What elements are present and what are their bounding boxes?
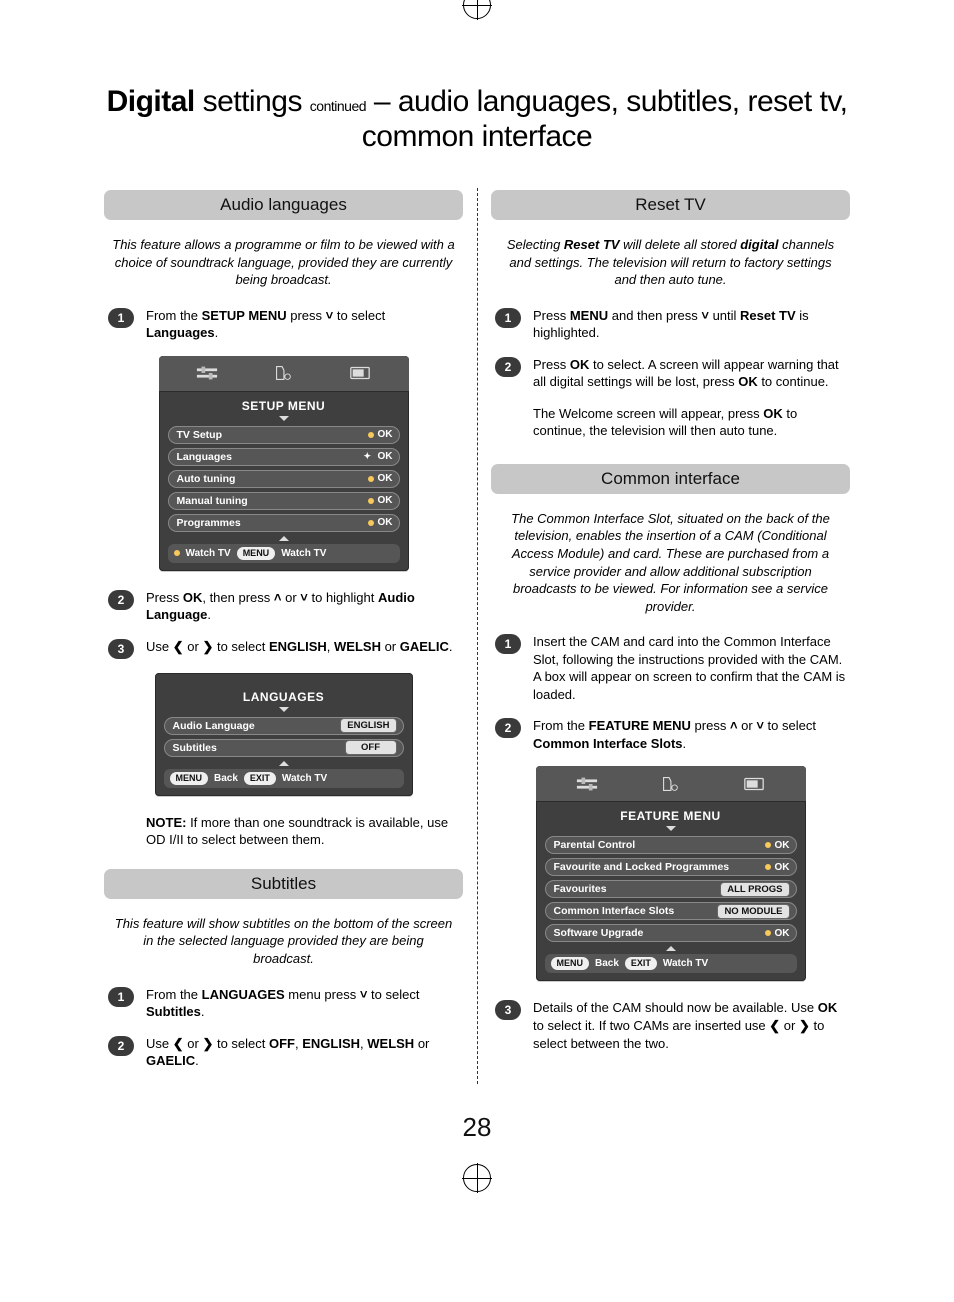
tab-settings-icon (570, 772, 604, 796)
right-column: Reset TV Selecting Reset TV will delete … (477, 184, 864, 1084)
section-common-interface: Common interface (491, 464, 850, 494)
right-icon: ❯ (202, 639, 213, 654)
left-icon: ❮ (173, 639, 184, 654)
common-intro: The Common Interface Slot, situated on t… (499, 510, 842, 615)
step-number: 1 (108, 308, 134, 328)
page-number: 28 (90, 1112, 864, 1143)
subtitles-step-2: 2 Use ❮ or ❯ to select OFF, ENGLISH, WEL… (104, 1035, 463, 1070)
audio-step-3: 3 Use ❮ or ❯ to select ENGLISH, WELSH or… (104, 638, 463, 659)
menu-row-tv-setup: TV SetupOK (168, 426, 400, 444)
languages-menu-title: LANGUAGES (164, 683, 404, 717)
setup-menu-screenshot: SETUP MENU TV SetupOK LanguagesOK Auto t… (159, 356, 409, 571)
menu-row-favourites: FavouritesALL PROGS (545, 880, 797, 898)
common-step-1: 1 Insert the CAM and card into the Commo… (491, 633, 850, 703)
menu-row-subtitles: SubtitlesOFF (164, 739, 404, 757)
crop-mark-top (462, 0, 492, 20)
tab-settings-icon (190, 361, 224, 385)
feature-menu-screenshot: FEATURE MENU Parental ControlOK Favourit… (536, 766, 806, 981)
tab-feature-icon (266, 361, 300, 385)
tab-tv-icon (737, 772, 771, 796)
feature-menu-footer: MENUBack EXITWatch TV (545, 954, 797, 973)
menu-row-manual-tuning: Manual tuningOK (168, 492, 400, 510)
reset-step-2: 2 Press OK to select. A screen will appe… (491, 356, 850, 391)
tab-feature-icon (653, 772, 687, 796)
menu-row-audio-language: Audio LanguageENGLISH (164, 717, 404, 735)
audio-intro: This feature allows a programme or film … (112, 236, 455, 289)
right-icon: ❯ (799, 1018, 810, 1033)
menu-row-programmes: ProgrammesOK (168, 514, 400, 532)
audio-step-1: 1 From the SETUP MENU press ˅ to select … (104, 307, 463, 342)
reset-step-3: The Welcome screen will appear, press OK… (491, 405, 850, 440)
audio-note: NOTE: If more than one soundtrack is ava… (146, 814, 457, 849)
reset-intro: Selecting Reset TV will delete all store… (499, 236, 842, 289)
down-icon: ˅ (756, 718, 764, 733)
right-icon: ❯ (202, 1036, 213, 1051)
down-icon: ˅ (701, 308, 709, 323)
audio-step-2: 2 Press OK, then press ˄ or ˅ to highlig… (104, 589, 463, 624)
subtitles-step-1: 1 From the LANGUAGES menu press ˅ to sel… (104, 986, 463, 1021)
menu-row-fav-locked: Favourite and Locked ProgrammesOK (545, 858, 797, 876)
common-step-3: 3 Details of the CAM should now be avail… (491, 999, 850, 1052)
page-title: Digital settings continued – audio langu… (90, 85, 864, 154)
feature-menu-title: FEATURE MENU (545, 802, 797, 836)
left-icon: ❮ (769, 1018, 780, 1033)
section-subtitles: Subtitles (104, 869, 463, 899)
menu-row-parental: Parental ControlOK (545, 836, 797, 854)
subtitles-intro: This feature will show subtitles on the … (112, 915, 455, 968)
up-icon: ˄ (730, 718, 738, 733)
section-audio-languages: Audio languages (104, 190, 463, 220)
left-column: Audio languages This feature allows a pr… (90, 184, 477, 1084)
menu-row-upgrade: Software UpgradeOK (545, 924, 797, 942)
down-icon: ˅ (300, 590, 308, 605)
setup-menu-footer: Watch TV MENUWatch TV (168, 544, 400, 563)
setup-menu-title: SETUP MENU (168, 392, 400, 426)
menu-row-auto-tuning: Auto tuningOK (168, 470, 400, 488)
languages-menu-screenshot: LANGUAGES Audio LanguageENGLISH Subtitle… (155, 673, 413, 796)
reset-step-1: 1 Press MENU and then press ˅ until Rese… (491, 307, 850, 342)
column-divider (477, 188, 478, 1084)
tab-tv-icon (343, 361, 377, 385)
menu-row-languages: LanguagesOK (168, 448, 400, 466)
crop-mark-bottom (462, 1163, 492, 1193)
left-icon: ❮ (173, 1036, 184, 1051)
menu-row-ci-slots: Common Interface SlotsNO MODULE (545, 902, 797, 920)
languages-menu-footer: MENUBack EXITWatch TV (164, 769, 404, 788)
section-reset-tv: Reset TV (491, 190, 850, 220)
common-step-2: 2 From the FEATURE MENU press ˄ or ˅ to … (491, 717, 850, 752)
